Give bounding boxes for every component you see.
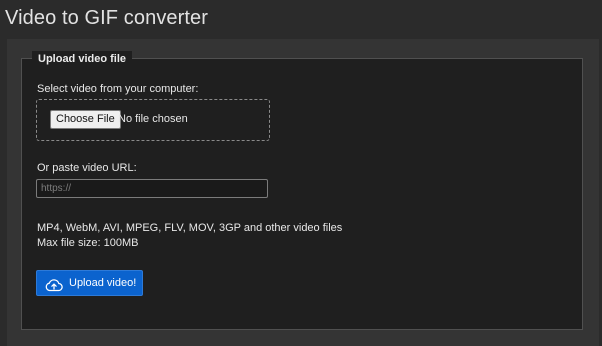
supported-formats-info: MP4, WebM, AVI, MPEG, FLV, MOV, 3GP and … [37,221,342,251]
fieldset-legend: Upload video file [32,51,133,67]
file-dropzone[interactable]: Choose File No file chosen [36,99,270,141]
max-size-text: Max file size: 100MB [37,237,139,249]
cloud-upload-icon [45,276,63,292]
upload-video-button[interactable]: Upload video! [36,270,143,296]
choose-file-button[interactable]: Choose File [50,110,121,129]
formats-text: MP4, WebM, AVI, MPEG, FLV, MOV, 3GP and … [37,222,343,234]
video-url-input[interactable] [36,179,268,198]
converter-panel: Upload video file Select video from your… [7,39,599,346]
upload-fieldset: Upload video file Select video from your… [21,51,583,330]
file-status-text: No file chosen [118,113,188,125]
video-url-label: Or paste video URL: [37,162,137,174]
select-video-label: Select video from your computer: [37,83,199,95]
upload-button-label: Upload video! [69,277,137,289]
page-title: Video to GIF converter [5,7,209,29]
